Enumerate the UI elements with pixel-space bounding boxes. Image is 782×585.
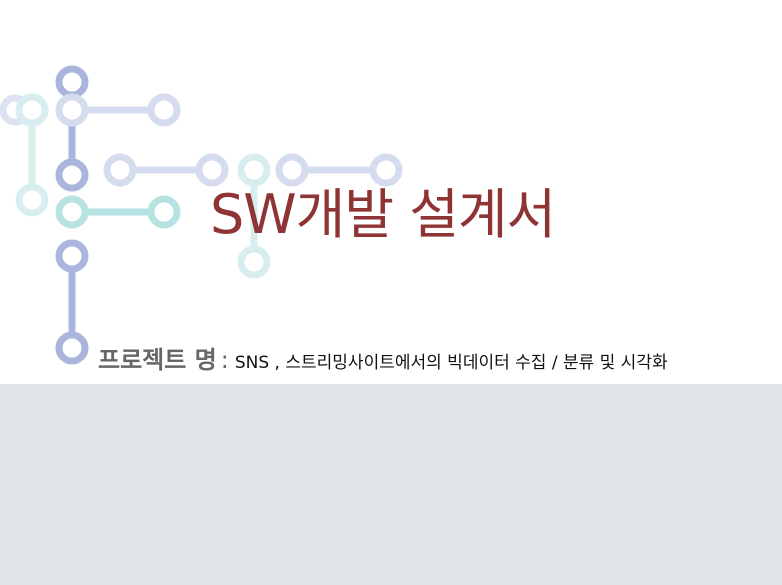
project-colon: : [220,346,229,374]
node-circle [15,93,49,127]
project-label: 프로젝트 명 [98,346,217,374]
node-circle [195,153,229,187]
node-circle [55,65,89,99]
node-circle [55,158,89,192]
project-line: 프로젝트 명 : SNS , 스트리밍사이트에서의 빅데이터 수집 / 분류 및… [98,340,668,375]
node-circle [103,153,137,187]
node-circle [237,245,271,279]
node-circle [147,195,181,229]
node-circle [55,195,89,229]
slide-title: SW개발 설계서 [210,183,556,246]
node-circle [237,153,271,187]
node-circle [55,239,89,273]
node-circle [15,183,49,217]
node-circle [55,331,89,365]
title-slide: SW개발 설계서 프로젝트 명 : SNS , 스트리밍사이트에서의 빅데이터 … [0,0,782,585]
slide-bottom-band [0,384,782,585]
project-name: SNS , 스트리밍사이트에서의 빅데이터 수집 / 분류 및 시각화 [234,353,668,373]
node-circle [55,93,89,127]
node-circle [369,153,403,187]
node-circle [275,153,309,187]
node-circle [147,93,181,127]
